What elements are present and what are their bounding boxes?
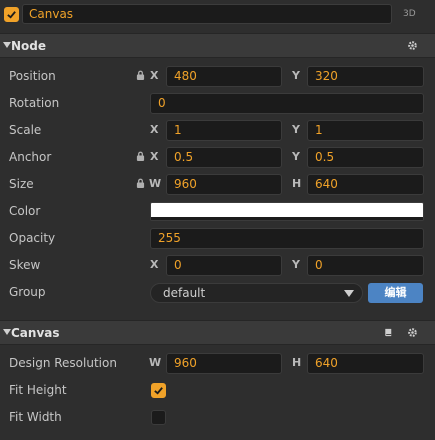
anchor-y-axis-label: Y	[292, 150, 300, 163]
position-y-axis-label: Y	[292, 69, 300, 82]
anchor-label: Anchor	[9, 150, 52, 164]
anchor-x-input[interactable]: 0.5	[166, 147, 282, 168]
fit-width-label: Fit Width	[9, 410, 62, 424]
fit-height-label: Fit Height	[9, 383, 67, 397]
skew-label: Skew	[9, 258, 41, 272]
fit-width-checkbox[interactable]	[151, 410, 166, 425]
node-header: Canvas 3D	[0, 0, 435, 30]
node-enabled-checkbox[interactable]	[4, 7, 19, 22]
rotation-label: Rotation	[9, 96, 60, 110]
node-section-title: Node	[11, 39, 47, 53]
size-height-input[interactable]: 640	[307, 174, 424, 195]
scale-label: Scale	[9, 123, 42, 137]
anchor-y-input[interactable]: 0.5	[307, 147, 424, 168]
scale-y-input[interactable]: 1	[307, 120, 424, 141]
canvas-section-title: Canvas	[11, 326, 60, 340]
design-resolution-label: Design Resolution	[9, 356, 117, 370]
collapse-caret-icon[interactable]	[3, 329, 11, 335]
size-w-axis-label: W	[149, 177, 162, 190]
size-label: Size	[9, 177, 34, 191]
opacity-input[interactable]: 255	[150, 228, 424, 249]
group-select[interactable]: default	[150, 283, 363, 303]
node-section-header[interactable]: Node	[0, 33, 435, 58]
canvas-section-header[interactable]: Canvas	[0, 320, 435, 345]
size-width-input[interactable]: 960	[166, 174, 282, 195]
position-y-input[interactable]: 320	[307, 66, 424, 87]
design-resolution-h-axis-label: H	[292, 356, 302, 369]
group-select-value: default	[163, 286, 206, 300]
collapse-caret-icon[interactable]	[3, 42, 11, 48]
skew-x-input[interactable]: 0	[166, 255, 282, 276]
scale-x-axis-label: X	[150, 123, 159, 136]
gear-icon[interactable]	[407, 40, 418, 51]
skew-y-axis-label: Y	[292, 258, 300, 271]
3d-toggle[interactable]: 3D	[403, 9, 416, 19]
group-label: Group	[9, 285, 46, 299]
lock-icon[interactable]	[136, 178, 145, 188]
design-resolution-height-input[interactable]: 640	[307, 353, 424, 374]
anchor-x-axis-label: X	[150, 150, 159, 163]
skew-y-input[interactable]: 0	[307, 255, 424, 276]
color-picker[interactable]	[150, 202, 424, 221]
skew-x-axis-label: X	[150, 258, 159, 271]
alpha-bar	[151, 217, 423, 220]
scale-x-input[interactable]: 1	[166, 120, 282, 141]
position-label: Position	[9, 69, 56, 83]
edit-group-button[interactable]: 编辑	[368, 283, 423, 303]
design-resolution-w-axis-label: W	[149, 356, 162, 369]
opacity-label: Opacity	[9, 231, 56, 245]
rotation-input[interactable]: 0	[150, 93, 424, 114]
node-name-input[interactable]: Canvas	[22, 4, 392, 24]
checkmark-icon	[7, 11, 16, 19]
gear-icon[interactable]	[407, 327, 418, 338]
scale-y-axis-label: Y	[292, 123, 300, 136]
lock-icon[interactable]	[136, 151, 145, 161]
dropdown-arrow-icon	[344, 290, 354, 297]
color-label: Color	[9, 204, 41, 218]
checkmark-icon	[154, 387, 163, 395]
position-x-axis-label: X	[150, 69, 159, 82]
fit-height-checkbox[interactable]	[151, 383, 166, 398]
size-h-axis-label: H	[292, 177, 302, 190]
position-x-input[interactable]: 480	[166, 66, 282, 87]
design-resolution-width-input[interactable]: 960	[166, 353, 282, 374]
help-book-icon[interactable]	[383, 327, 394, 338]
lock-icon[interactable]	[136, 70, 145, 80]
